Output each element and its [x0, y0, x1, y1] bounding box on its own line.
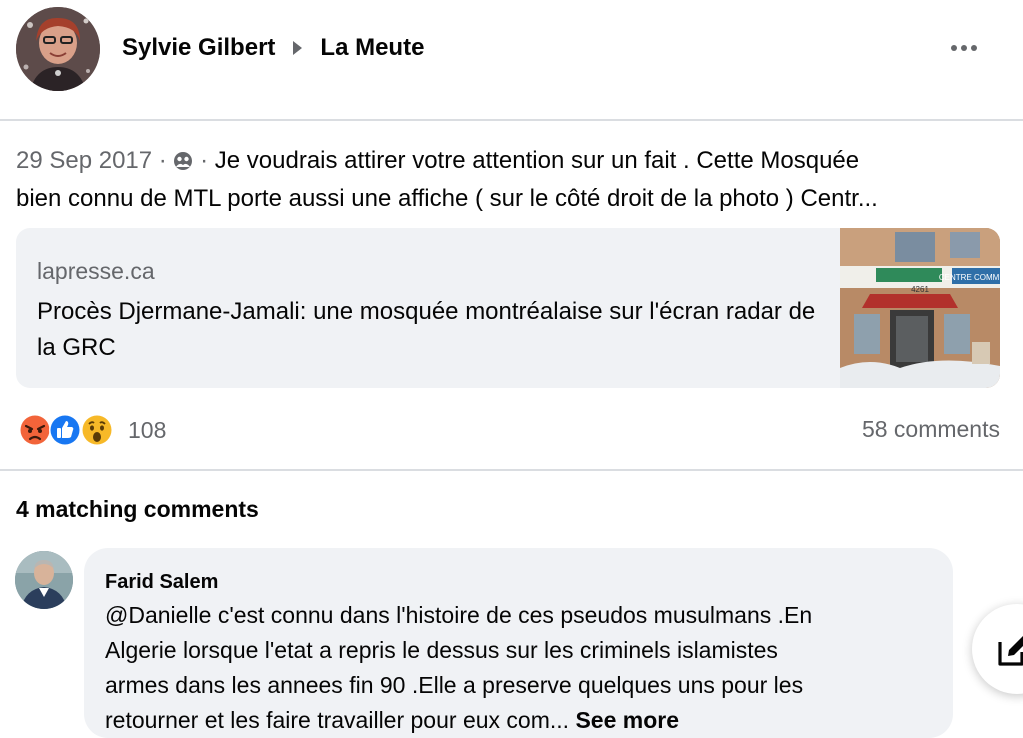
link-title: Procès Djermane-Jamali: une mosquée mont… — [37, 298, 816, 361]
thumb-sign-text: CENTRE COMMU — [939, 273, 1000, 282]
comment-author[interactable]: Farid Salem — [105, 571, 218, 594]
group-name[interactable]: La Meute — [320, 34, 424, 62]
reaction-icons — [18, 413, 118, 447]
wow-reaction-icon — [81, 414, 113, 446]
comment-line: Algerie lorsque l'etat a repris le dessu… — [105, 637, 778, 663]
commenter-photo — [15, 551, 73, 609]
comment-line: @Danielle c'est connu dans l'histoire de… — [105, 602, 813, 628]
divider — [0, 119, 1023, 121]
post-text: 29 Sep 2017 · · Je voudrais attirer votr… — [16, 143, 1006, 216]
separator: · — [152, 147, 174, 174]
comment-bubble: Farid Salem @Danielle c'est connu dans l… — [84, 548, 953, 738]
link-preview-card[interactable]: lapresse.ca Procès Djermane-Jamali: une … — [16, 228, 1000, 388]
comment-line: armes dans les annees fin 90 .Elle a pre… — [105, 672, 804, 698]
author-avatar[interactable] — [16, 7, 100, 91]
matching-comments-heading: 4 matching comments — [16, 496, 259, 522]
angry-reaction-icon — [19, 414, 51, 446]
author-name[interactable]: Sylvie Gilbert — [122, 34, 275, 62]
post-title: Sylvie Gilbert La Meute — [122, 34, 424, 62]
dot-icon — [971, 45, 977, 51]
more-options-button[interactable] — [944, 34, 984, 62]
divider — [0, 469, 1023, 471]
new-message-button[interactable] — [972, 604, 1023, 694]
dot-icon — [951, 45, 957, 51]
like-reaction-icon — [49, 414, 81, 446]
mosque-building-image: CENTRE COMMU 4261 — [840, 228, 1000, 388]
comments-count-link[interactable]: 58 comments — [862, 416, 1000, 443]
commenter-avatar[interactable] — [15, 551, 73, 609]
see-more-link[interactable]: See more — [575, 707, 679, 733]
post-text-line2[interactable]: bien connu de MTL porte aussi une affich… — [16, 185, 878, 212]
link-thumbnail: CENTRE COMMU 4261 — [840, 228, 1000, 388]
dot-icon — [961, 45, 967, 51]
caret-right-icon — [293, 41, 303, 55]
separator: · — [193, 147, 215, 174]
post-date[interactable]: 29 Sep 2017 — [16, 147, 152, 174]
post-header: Sylvie Gilbert La Meute — [0, 0, 1023, 120]
group-privacy-icon — [173, 146, 193, 181]
reaction-count: 108 — [128, 416, 167, 443]
link-domain: lapresse.ca — [37, 258, 155, 284]
post-text-line1: Je voudrais attirer votre attention sur … — [214, 147, 860, 174]
comment-text: @Danielle c'est connu dans l'histoire de… — [105, 598, 925, 738]
thumb-number: 4261 — [911, 285, 929, 294]
avatar-photo — [16, 7, 100, 91]
comment-line: retourner et les faire travailler pour e… — [105, 707, 570, 733]
compose-icon — [998, 636, 1023, 666]
reactions-summary[interactable]: 108 — [18, 412, 166, 448]
